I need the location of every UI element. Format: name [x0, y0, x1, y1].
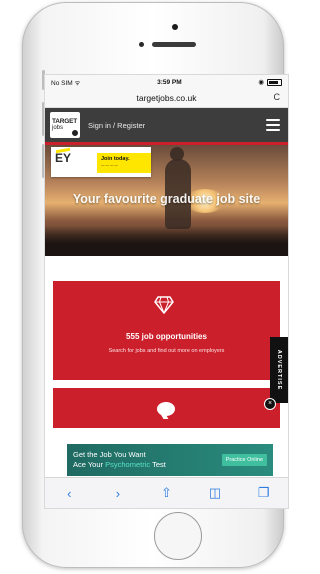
speech-bubble-icon: [157, 402, 175, 416]
job-opportunities-card[interactable]: 555 job opportunities Search for jobs an…: [53, 281, 280, 380]
diamond-icon: [154, 296, 174, 314]
carrier-label: No SIM ᯤ: [51, 79, 81, 87]
share-icon[interactable]: ⇧: [157, 484, 175, 502]
safari-toolbar: ‹ › ⇧ ◫ ❐: [45, 477, 288, 508]
banner-line2: Ace Your Psychometric Test: [73, 460, 166, 469]
banner-text: Get the Job You Want Ace Your Psychometr…: [73, 450, 166, 470]
psychometric-ad-banner[interactable]: Get the Job You Want Ace Your Psychometr…: [67, 444, 273, 476]
card-title: 555 job opportunities: [126, 332, 207, 341]
hero-headline: Your favourite graduate job site: [72, 192, 261, 206]
address-bar[interactable]: targetjobs.co.uk C: [45, 89, 288, 108]
forward-icon[interactable]: ›: [109, 484, 127, 502]
practice-online-button[interactable]: Practice Online: [221, 454, 267, 466]
front-camera: [172, 24, 178, 30]
advertise-tab[interactable]: ADVERTISE: [270, 337, 288, 403]
phone-screen: No SIM ᯤ 3:59 PM ◉ targetjobs.co.uk C TA…: [44, 74, 289, 509]
status-right: ◉: [258, 78, 282, 86]
close-icon[interactable]: ×: [264, 398, 276, 410]
hero-banner: EY Join today. — — — — Your favourite gr…: [45, 145, 288, 256]
url-text: targetjobs.co.uk: [136, 93, 197, 103]
target-icon: [71, 129, 79, 137]
ey-logo: EY: [55, 151, 72, 165]
status-bar: No SIM ᯤ 3:59 PM ◉: [45, 75, 288, 89]
sensor-dot: [139, 42, 144, 47]
location-icon: ◉: [258, 79, 264, 86]
battery-icon: [266, 78, 282, 86]
crowd-silhouette: [45, 226, 288, 256]
home-button[interactable]: [154, 512, 202, 560]
ey-advert[interactable]: EY Join today. — — — —: [51, 147, 151, 177]
signin-register-link[interactable]: Sign in / Register: [88, 121, 145, 130]
clock: 3:59 PM: [157, 78, 182, 86]
site-header: TARGET jobs Sign in / Register: [45, 108, 288, 142]
targetjobs-logo[interactable]: TARGET jobs: [50, 112, 80, 138]
tabs-icon[interactable]: ❐: [255, 484, 273, 502]
back-icon[interactable]: ‹: [60, 484, 78, 502]
reload-icon[interactable]: C: [274, 92, 281, 102]
bookmarks-icon[interactable]: ◫: [206, 484, 224, 502]
ey-fine-print: — — — —: [101, 163, 118, 167]
ey-join-button[interactable]: Join today. — — — —: [97, 153, 151, 173]
wifi-icon: ᯤ: [74, 79, 81, 87]
second-feature-card[interactable]: [53, 388, 280, 428]
earpiece-speaker: [152, 42, 196, 47]
banner-line1: Get the Job You Want: [73, 450, 146, 459]
card-subtitle: Search for jobs and find out more on emp…: [108, 348, 225, 354]
menu-icon[interactable]: [266, 119, 280, 134]
